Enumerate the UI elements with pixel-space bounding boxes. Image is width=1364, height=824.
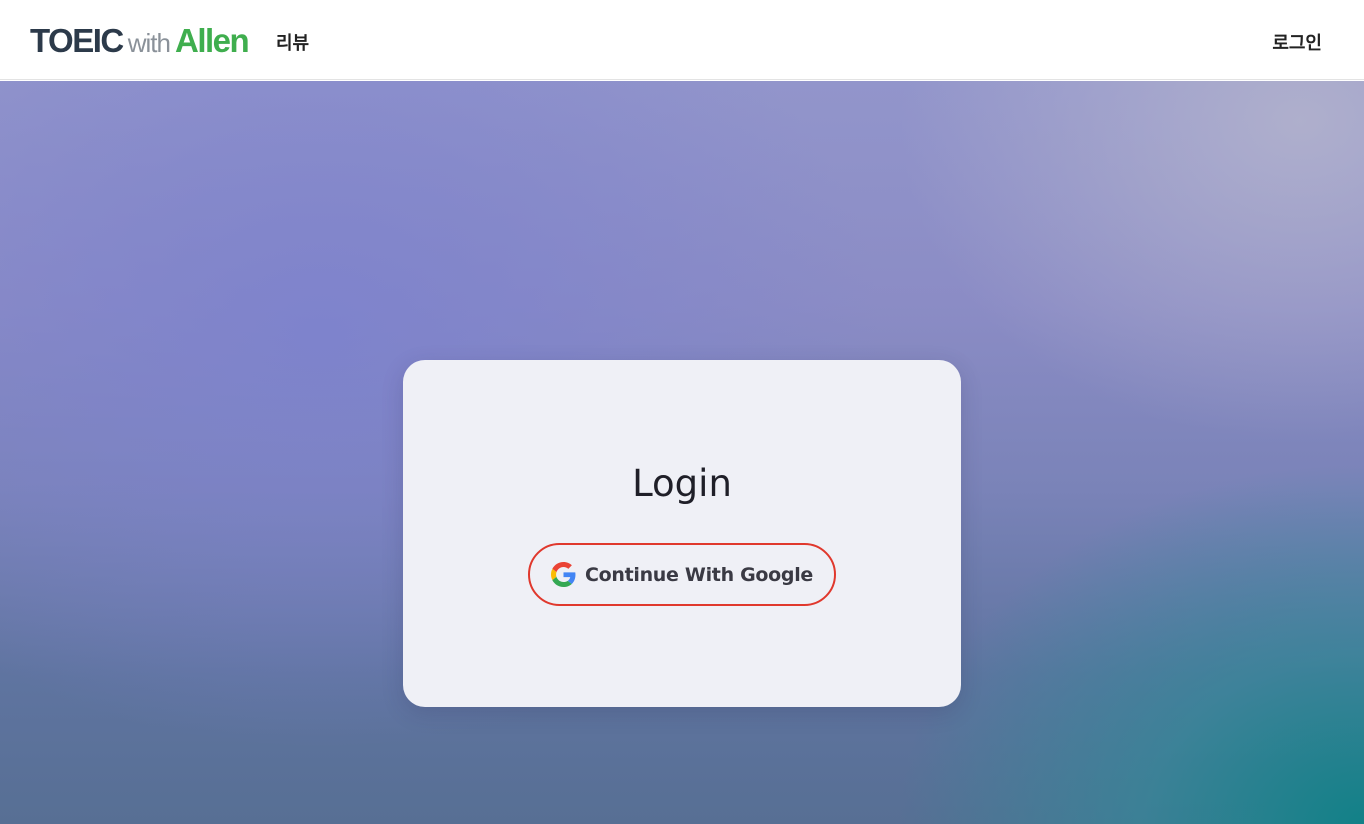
- google-icon: [550, 562, 576, 587]
- site-logo[interactable]: TOEIC with Allen: [30, 22, 250, 62]
- logo-with-text: with: [127, 28, 171, 58]
- nav-review-link[interactable]: 리뷰: [276, 29, 309, 55]
- google-button-label: Continue With Google: [584, 563, 814, 586]
- logo-toeic-text: TOEIC: [30, 22, 124, 59]
- nav-login-link[interactable]: 로그인: [1272, 29, 1322, 55]
- login-card: Login Continue With Google: [403, 360, 961, 707]
- login-title: Login: [632, 462, 732, 505]
- logo-allen-text: Allen: [175, 22, 250, 59]
- hero-background: Login Continue With Google: [0, 81, 1364, 824]
- continue-with-google-button[interactable]: Continue With Google: [528, 543, 836, 606]
- top-header: TOEIC with Allen 리뷰 로그인: [0, 0, 1364, 80]
